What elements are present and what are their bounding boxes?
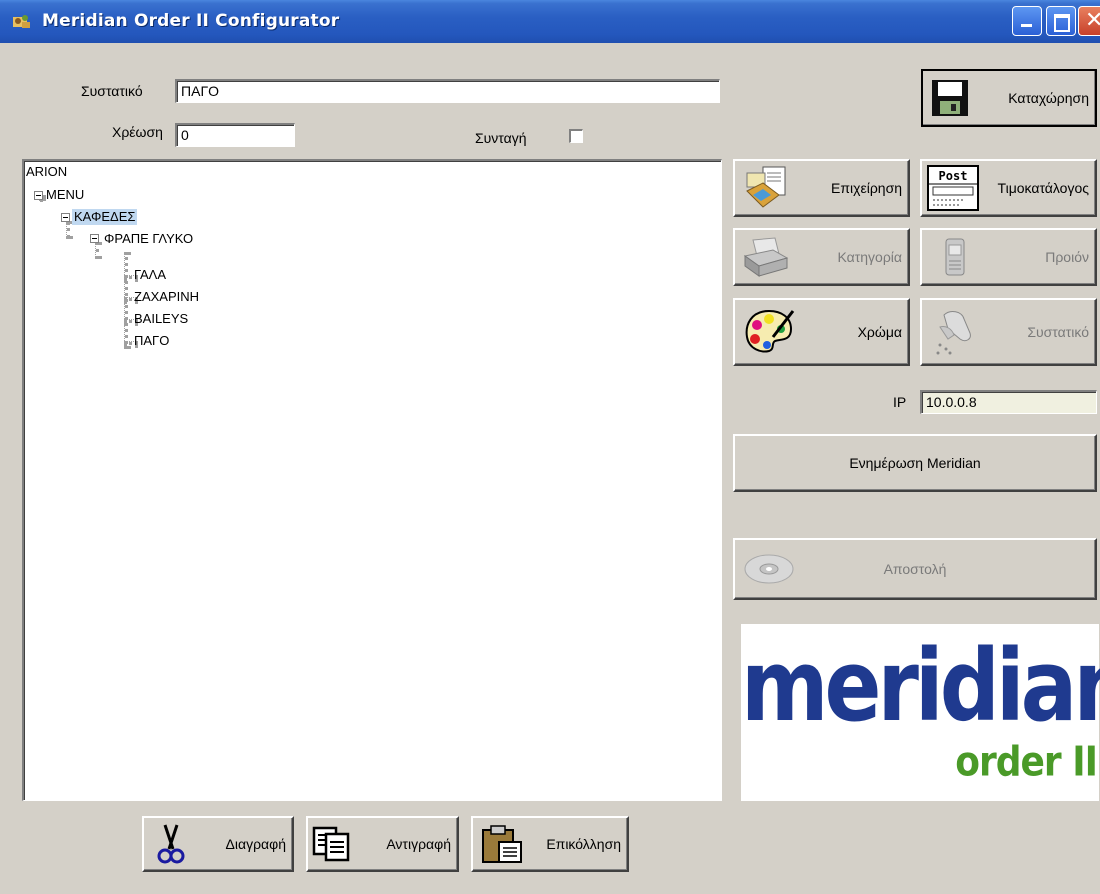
pricelist-icon: Post xyxy=(927,165,979,211)
collapse-icon[interactable] xyxy=(61,213,70,222)
product-icon xyxy=(945,238,965,276)
pricelist-badge: Post xyxy=(939,169,968,183)
tree-node-selected[interactable]: ΚΑΦΕΔΕΣ xyxy=(72,209,138,225)
ingredient-button-label: Συστατικό xyxy=(1027,324,1089,340)
product-button-label: Προιόν xyxy=(1045,249,1089,265)
color-button[interactable]: Χρώμα xyxy=(733,298,910,366)
ip-label: IP xyxy=(893,394,907,410)
maximize-button[interactable] xyxy=(1046,6,1076,36)
tree-node-category[interactable]: ΦΡΑΠΕ ΓΛΥΚΟ xyxy=(104,231,193,247)
printer-icon xyxy=(743,237,789,277)
tree-node-item[interactable]: ΠΑΓΟ xyxy=(134,333,169,349)
pricelist-button[interactable]: Post Τιμοκατάλογος xyxy=(920,159,1097,217)
update-meridian-button-label: Ενημέρωση Meridian xyxy=(849,455,981,471)
category-button[interactable]: Κατηγορία xyxy=(733,228,910,286)
clipboard-paste-icon xyxy=(482,825,522,863)
palette-icon xyxy=(745,309,795,353)
paste-button-label: Επικόλληση xyxy=(546,836,621,852)
close-button[interactable]: ✕ xyxy=(1078,6,1100,36)
save-button-label: Καταχώρηση xyxy=(1008,90,1089,106)
copy-icon xyxy=(312,826,350,862)
color-button-label: Χρώμα xyxy=(857,324,902,340)
business-button[interactable]: Επιχείρηση xyxy=(733,159,910,217)
tree-node-root[interactable]: ARION xyxy=(26,164,67,180)
collapse-icon[interactable] xyxy=(34,191,43,200)
recipe-label: Συνταγή xyxy=(475,130,527,146)
tree-connector xyxy=(66,221,70,239)
disc-icon xyxy=(744,554,794,584)
floppy-disk-icon xyxy=(932,80,968,116)
tree-node-menu[interactable]: MENU xyxy=(46,187,84,203)
ingredient-input[interactable]: ΠΑΓΟ xyxy=(175,79,720,103)
save-button[interactable]: Καταχώρηση xyxy=(921,69,1097,127)
product-button[interactable]: Προιόν xyxy=(920,228,1097,286)
send-button[interactable]: Αποστολή xyxy=(733,538,1097,600)
close-icon: ✕ xyxy=(1085,8,1100,33)
tree-node-item[interactable]: BAILEYS xyxy=(134,311,188,327)
send-button-label: Αποστολή xyxy=(883,561,947,577)
tree-connector xyxy=(95,242,99,259)
business-button-label: Επιχείρηση xyxy=(831,180,902,196)
window-title: Meridian Order II Configurator xyxy=(42,11,340,31)
pricelist-button-label: Τιμοκατάλογος xyxy=(997,180,1089,196)
copy-button[interactable]: Αντιγραφή xyxy=(306,816,459,872)
logo-wordmark: meridian xyxy=(741,628,1100,744)
collapse-icon[interactable] xyxy=(90,234,99,243)
salt-shaker-hand-icon xyxy=(936,311,971,355)
app-icon xyxy=(13,15,30,28)
app-window: Meridian Order II Configurator ✕ Συστατι… xyxy=(0,0,1100,894)
meridian-logo: meridian order II xyxy=(741,624,1100,801)
business-icon xyxy=(746,166,786,208)
title-bar[interactable]: Meridian Order II Configurator ✕ xyxy=(0,0,1100,43)
delete-button-label: Διαγραφή xyxy=(225,836,286,852)
ip-input[interactable]: 10.0.0.8 xyxy=(920,390,1097,414)
update-meridian-button[interactable]: Ενημέρωση Meridian xyxy=(733,434,1097,492)
logo-subtitle: order II xyxy=(955,738,1098,787)
paste-button[interactable]: Επικόλληση xyxy=(471,816,629,872)
tree-node-item[interactable]: ΓΑΛΑ xyxy=(134,267,166,283)
recipe-checkbox[interactable] xyxy=(569,129,583,143)
menu-tree[interactable]: ARION MENU ΚΑΦΕΔΕΣ ΦΡΑΠΕ ΓΛΥΚΟ ΓΑΛΑ ΖΑΧΑ… xyxy=(22,159,722,801)
tree-node-item[interactable]: ΖΑΧΑΡΙΝΗ xyxy=(134,289,199,305)
delete-button[interactable]: Διαγραφή xyxy=(142,816,294,872)
minimize-button[interactable] xyxy=(1012,6,1042,36)
scissors-icon xyxy=(157,824,185,864)
copy-button-label: Αντιγραφή xyxy=(386,836,451,852)
ingredient-button[interactable]: Συστατικό xyxy=(920,298,1097,366)
category-button-label: Κατηγορία xyxy=(837,249,902,265)
charge-label: Χρέωση xyxy=(112,124,163,140)
charge-input[interactable]: 0 xyxy=(175,123,295,147)
ingredient-label: Συστατικό xyxy=(81,83,143,99)
